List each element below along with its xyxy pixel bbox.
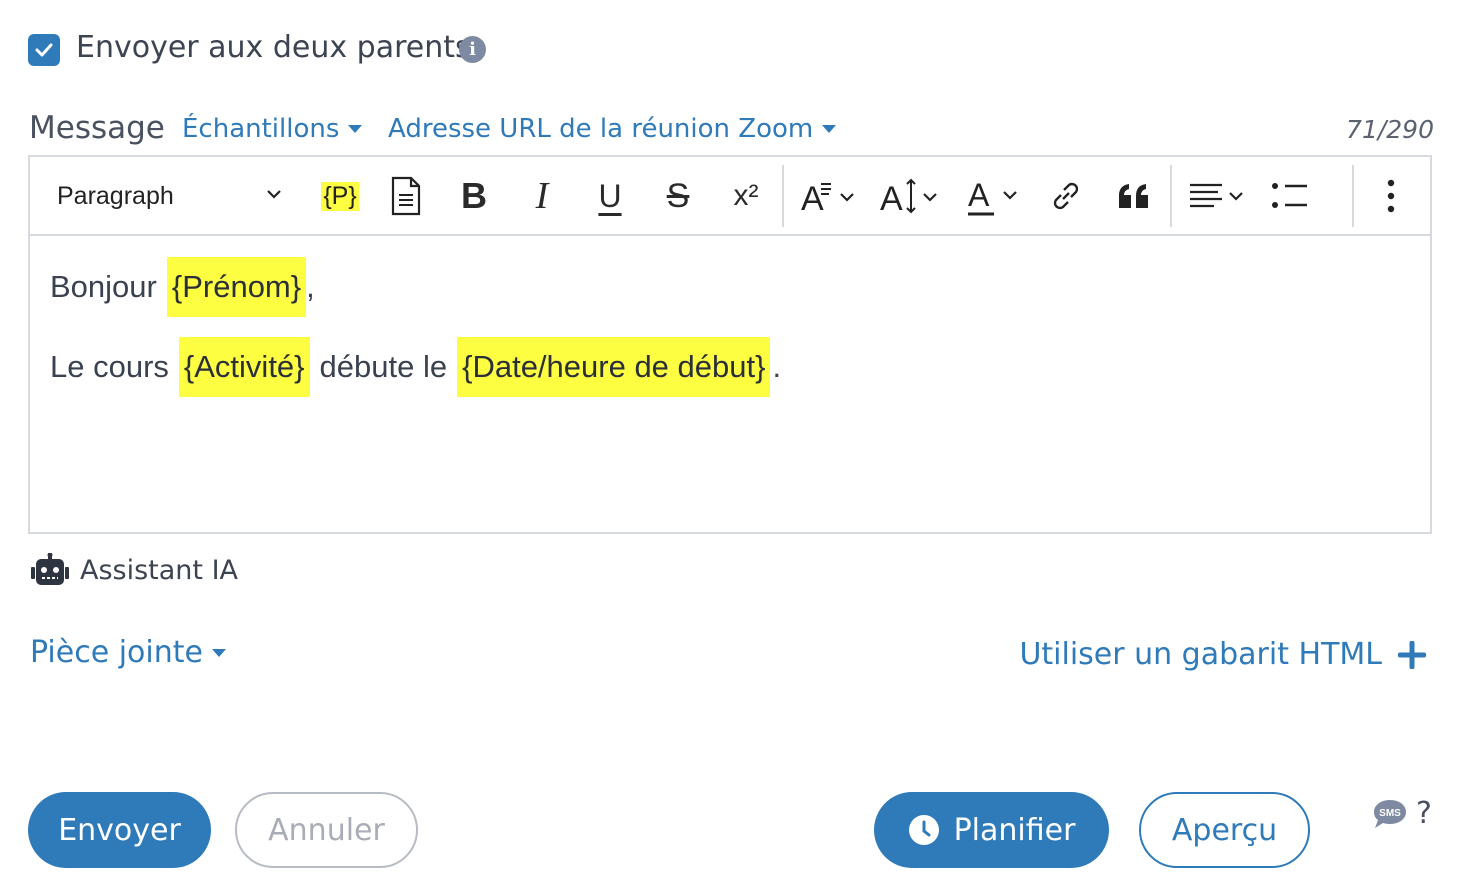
editor-text: . bbox=[772, 349, 782, 384]
html-template-label: Utiliser un gabarit HTML bbox=[1019, 637, 1382, 672]
document-icon[interactable] bbox=[384, 171, 428, 221]
schedule-button-label: Planifier bbox=[953, 812, 1076, 848]
toolbar-divider bbox=[1352, 165, 1354, 227]
help-icon[interactable]: ? bbox=[1416, 796, 1432, 831]
schedule-button[interactable]: Planifier bbox=[874, 792, 1109, 868]
block-format-select[interactable]: Paragraph bbox=[57, 182, 174, 211]
zoom-url-dropdown[interactable]: Adresse URL de la réunion Zoom bbox=[388, 114, 837, 144]
editor-text: Bonjour bbox=[50, 269, 157, 304]
sms-icon[interactable]: SMS bbox=[1372, 798, 1408, 830]
text-color-icon[interactable]: A bbox=[966, 171, 1024, 221]
sms-badge-text: SMS bbox=[1379, 808, 1401, 819]
insert-placeholder-button[interactable]: {P} bbox=[318, 171, 362, 221]
send-button-label: Envoyer bbox=[58, 812, 181, 848]
plus-icon bbox=[1398, 640, 1426, 669]
ai-assistant-button[interactable]: Assistant IA bbox=[30, 553, 238, 587]
align-icon[interactable] bbox=[1188, 171, 1250, 221]
strikethrough-icon[interactable]: S bbox=[656, 171, 700, 221]
editor-toolbar: Paragraph {P} B I U S x² A A A bbox=[30, 157, 1430, 236]
info-icon[interactable]: i bbox=[459, 36, 486, 63]
editor-line: Bonjour {Prénom} , bbox=[50, 257, 315, 317]
send-both-parents-checkbox[interactable] bbox=[28, 34, 60, 66]
superscript-icon[interactable]: x² bbox=[722, 171, 770, 221]
italic-icon[interactable]: I bbox=[520, 171, 564, 221]
use-html-template-link[interactable]: Utiliser un gabarit HTML bbox=[1019, 637, 1426, 672]
toolbar-divider bbox=[782, 165, 784, 227]
send-button[interactable]: Envoyer bbox=[28, 792, 211, 868]
robot-icon bbox=[31, 553, 69, 585]
underline-icon[interactable]: U bbox=[588, 171, 632, 221]
attachment-label: Pièce jointe bbox=[30, 635, 203, 670]
cancel-button-label: Annuler bbox=[268, 812, 385, 848]
message-editor[interactable]: Paragraph {P} B I U S x² A A A Bonjour {… bbox=[28, 155, 1432, 534]
editor-text: Le cours bbox=[50, 349, 169, 384]
clock-icon bbox=[908, 815, 939, 845]
svg-text:A: A bbox=[968, 177, 990, 213]
link-icon[interactable] bbox=[1044, 171, 1088, 221]
caret-down-icon bbox=[211, 648, 226, 657]
char-counter: 71/290 bbox=[1346, 115, 1434, 144]
message-label: Message bbox=[29, 110, 165, 146]
toolbar-divider bbox=[1170, 165, 1172, 227]
chevron-down-icon[interactable] bbox=[265, 185, 283, 203]
zoom-url-dropdown-label: Adresse URL de la réunion Zoom bbox=[388, 114, 814, 144]
check-icon bbox=[35, 43, 53, 57]
ai-assistant-label: Assistant IA bbox=[80, 554, 239, 586]
font-family-icon[interactable]: A bbox=[800, 171, 860, 221]
samples-dropdown[interactable]: Échantillons bbox=[182, 114, 363, 144]
placeholder-tag: {Activité} bbox=[178, 337, 310, 397]
editor-text: débute le bbox=[319, 349, 448, 384]
svg-text:A: A bbox=[880, 180, 903, 216]
samples-dropdown-label: Échantillons bbox=[182, 114, 340, 144]
preview-button[interactable]: Aperçu bbox=[1139, 792, 1310, 868]
placeholder-tag: {Prénom} bbox=[166, 257, 307, 317]
caret-down-icon bbox=[348, 125, 363, 133]
placeholder-button-label: {P} bbox=[321, 181, 359, 211]
quote-icon[interactable] bbox=[1112, 171, 1156, 221]
svg-text:A: A bbox=[801, 180, 824, 216]
caret-down-icon bbox=[822, 125, 837, 133]
editor-text: , bbox=[306, 269, 315, 304]
bold-icon[interactable]: B bbox=[452, 171, 496, 221]
bullet-list-icon[interactable] bbox=[1268, 171, 1312, 221]
more-options-icon[interactable] bbox=[1370, 171, 1412, 221]
preview-button-label: Aperçu bbox=[1171, 812, 1278, 848]
send-both-parents-label[interactable]: Envoyer aux deux parents bbox=[76, 30, 471, 65]
cancel-button[interactable]: Annuler bbox=[235, 792, 418, 868]
font-size-icon[interactable]: A bbox=[880, 171, 942, 221]
attachment-dropdown[interactable]: Pièce jointe bbox=[30, 635, 226, 670]
editor-line: Le cours {Activité} débute le {Date/heur… bbox=[50, 337, 781, 397]
placeholder-tag: {Date/heure de début} bbox=[457, 337, 771, 397]
